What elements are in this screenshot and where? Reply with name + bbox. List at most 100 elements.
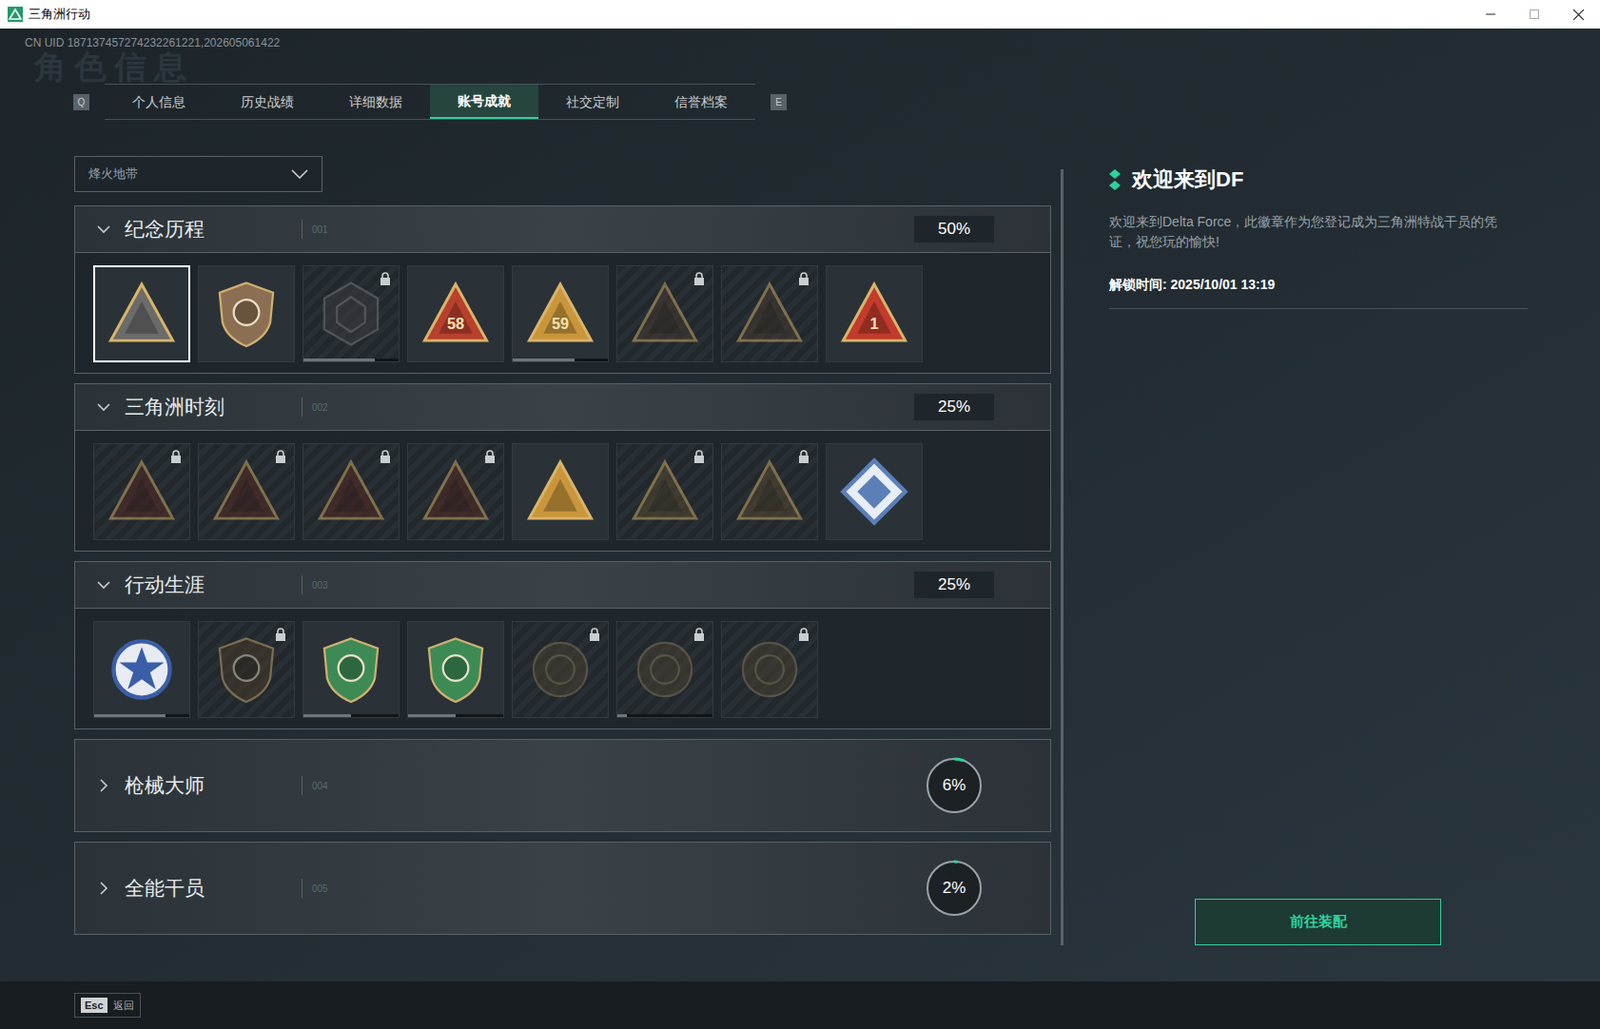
triangle-badge-icon — [106, 278, 177, 350]
next-tab-key[interactable]: E — [770, 94, 787, 111]
badge[interactable] — [721, 443, 819, 541]
triangle-badge-icon — [420, 456, 491, 527]
maximize-icon — [1529, 9, 1540, 20]
section-header[interactable]: 行动生涯00325% — [74, 561, 1052, 609]
badge[interactable] — [407, 443, 505, 541]
scrollbar[interactable] — [1060, 169, 1064, 946]
badge[interactable] — [93, 621, 191, 719]
footer-bar: Esc返回 — [0, 981, 1600, 1029]
progress-ring: 2% — [924, 858, 984, 918]
badge[interactable]: 58 — [407, 265, 505, 363]
tab[interactable]: 详细数据 — [321, 84, 430, 119]
lock-icon — [379, 449, 391, 464]
badge[interactable] — [302, 443, 400, 541]
badge[interactable] — [93, 443, 191, 541]
badge-progress — [512, 358, 608, 362]
lock-icon — [693, 627, 705, 642]
section-title: 全能干员 — [124, 873, 302, 904]
triangle-badge-icon — [211, 456, 282, 527]
medal-badge-icon — [734, 634, 805, 705]
badge-row — [74, 608, 1052, 730]
badge[interactable] — [511, 443, 609, 541]
triangle-badge-icon: 58 — [420, 278, 491, 350]
section-list: 纪念历程00150% 58 59 1 三角洲时刻00225% 行动生涯00325% 枪械大师… — [74, 205, 1052, 936]
badge[interactable] — [825, 443, 923, 541]
unlock-time: 解锁时间: 2025/10/01 13:19 — [1109, 274, 1528, 310]
section-title: 枪械大师 — [124, 770, 302, 801]
achievement-section: 全能干员0052% — [74, 841, 1052, 936]
chevron-right-icon — [96, 778, 112, 794]
header: CN UID 187137457274232261221,20260506142… — [0, 28, 1600, 120]
badge[interactable] — [511, 621, 609, 719]
mode-dropdown[interactable]: 烽火地带 — [74, 156, 323, 193]
badge[interactable] — [197, 443, 295, 541]
medal-badge-icon — [525, 634, 596, 705]
chevron-down-icon — [96, 399, 112, 415]
section-number: 001 — [312, 222, 329, 237]
tab[interactable]: 社交定制 — [538, 84, 647, 119]
badge-progress — [617, 714, 713, 718]
medal-badge-icon — [629, 634, 701, 705]
triangle-badge-icon: 1 — [839, 278, 910, 350]
tab[interactable]: 信誉档案 — [646, 84, 756, 119]
lock-icon — [798, 627, 810, 642]
close-icon — [1573, 9, 1584, 20]
minimize-button[interactable] — [1468, 0, 1513, 29]
section-header[interactable]: 全能干员0052% — [74, 841, 1052, 936]
tab[interactable]: 账号成就 — [429, 84, 539, 119]
badge[interactable] — [93, 265, 191, 363]
svg-text:59: 59 — [551, 314, 569, 332]
tab[interactable]: 个人信息 — [104, 84, 214, 119]
badge[interactable] — [721, 621, 819, 719]
triangle-badge-icon — [734, 456, 805, 527]
triangle-badge-icon — [629, 456, 701, 527]
diamond-badge-icon — [839, 456, 910, 527]
close-button[interactable] — [1556, 0, 1600, 29]
detail-description: 欢迎来到Delta Force，此徽章作为您登记成为三角洲特战干员的凭证，祝您玩… — [1109, 212, 1513, 253]
section-title: 行动生涯 — [124, 569, 302, 601]
badge[interactable] — [197, 265, 295, 363]
badge[interactable] — [616, 621, 714, 719]
maximize-button[interactable] — [1512, 0, 1557, 29]
lock-icon — [693, 449, 705, 464]
triangle-badge-icon — [734, 278, 805, 350]
lock-icon — [588, 627, 601, 642]
section-header[interactable]: 枪械大师0046% — [74, 739, 1052, 833]
equip-button[interactable]: 前往装配 — [1194, 898, 1442, 946]
badge-row — [74, 430, 1052, 552]
section-header[interactable]: 纪念历程00150% — [74, 205, 1052, 254]
uid-text: CN UID 187137457274232261221,20260506142… — [24, 36, 1600, 50]
badge[interactable]: 1 — [825, 265, 923, 363]
badge[interactable] — [197, 621, 295, 719]
badge[interactable] — [302, 265, 400, 363]
triangle-badge-icon — [315, 456, 387, 527]
badge-progress — [303, 714, 399, 718]
section-number: 004 — [312, 779, 329, 794]
star-badge-icon — [106, 634, 177, 705]
badge[interactable] — [616, 265, 714, 363]
section-header[interactable]: 三角洲时刻00225% — [74, 383, 1052, 431]
badge-progress — [408, 714, 504, 718]
back-button[interactable]: Esc返回 — [74, 993, 141, 1019]
badge[interactable] — [721, 265, 819, 363]
badge[interactable] — [616, 443, 714, 541]
svg-text:58: 58 — [447, 314, 465, 332]
lock-icon — [798, 272, 810, 286]
content: 烽火地带纪念历程00150% 58 59 1 三角洲时刻00225% 行动生涯00325%… — [0, 119, 1600, 982]
svg-text:1: 1 — [869, 314, 879, 332]
section-percent: 25% — [914, 571, 995, 599]
prev-tab-key[interactable]: Q — [73, 94, 90, 111]
chevron-down-icon — [96, 577, 112, 593]
chevron-right-icon — [96, 880, 112, 897]
achievement-section: 行动生涯00325% — [74, 561, 1052, 730]
badge[interactable]: 59 — [511, 265, 609, 363]
badge-progress — [94, 714, 190, 718]
tab[interactable]: 历史战绩 — [213, 84, 322, 119]
window-title: 三角洲行动 — [28, 4, 91, 24]
badge[interactable] — [302, 621, 400, 719]
shield-badge-icon — [315, 634, 387, 705]
lock-icon — [798, 449, 810, 464]
badge[interactable] — [407, 621, 505, 719]
dropdown-arrow-icon — [291, 169, 309, 179]
achievement-section: 枪械大师0046% — [74, 739, 1052, 833]
